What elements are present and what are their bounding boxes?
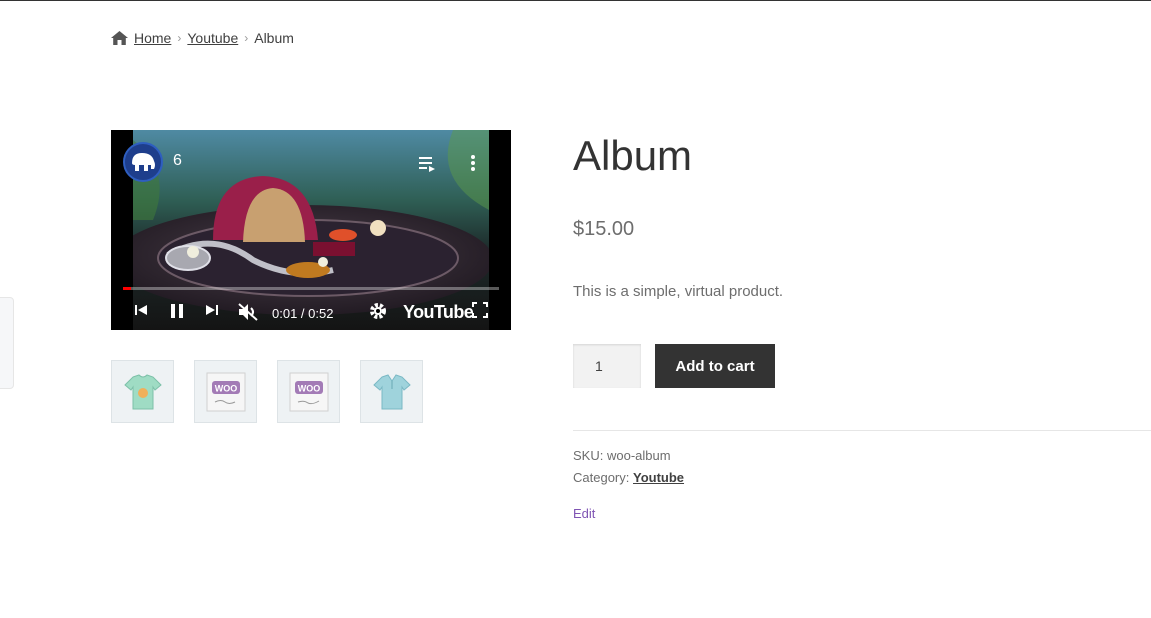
settings-gear-icon[interactable]: [369, 302, 387, 320]
category-link[interactable]: Youtube: [633, 470, 684, 485]
youtube-video-player[interactable]: 6 0:01 / 0:52 YouTube: [111, 130, 511, 330]
breadcrumb-home-link[interactable]: Home: [134, 30, 171, 46]
tshirt-icon: [123, 373, 162, 409]
product-sku: SKU: woo-album: [573, 448, 671, 463]
next-icon[interactable]: [204, 302, 220, 318]
quantity-input[interactable]: [573, 344, 641, 388]
add-to-cart-button[interactable]: Add to cart: [655, 344, 775, 388]
channel-logo[interactable]: [123, 142, 163, 182]
sku-value: woo-album: [606, 448, 671, 463]
fullscreen-icon[interactable]: [472, 302, 488, 318]
top-border: [0, 0, 1151, 1]
edit-link[interactable]: Edit: [573, 506, 595, 521]
product-price: $15.00: [573, 218, 635, 240]
video-time: 0:01 / 0:52: [272, 306, 334, 321]
video-progress-fill: [123, 287, 131, 290]
breadcrumb-separator: ›: [244, 31, 249, 45]
home-icon: [111, 31, 128, 45]
playlist-icon[interactable]: [417, 154, 437, 174]
more-options-icon[interactable]: [469, 154, 477, 172]
gallery-thumbnail[interactable]: [111, 360, 174, 423]
category-label: Category:: [573, 470, 630, 485]
breadcrumb-current: Album: [254, 30, 294, 46]
polo-icon: [372, 373, 411, 409]
previous-icon[interactable]: [133, 302, 149, 318]
product-gallery-thumbnails: WOO WOO: [111, 360, 443, 423]
elephant-logo-icon: [132, 153, 155, 171]
gallery-thumbnail[interactable]: WOO: [194, 360, 257, 423]
gallery-thumbnail[interactable]: WOO: [277, 360, 340, 423]
pause-icon[interactable]: [169, 302, 185, 320]
breadcrumb: Home › Youtube › Album: [111, 29, 294, 47]
video-controls: 0:01 / 0:52 YouTube: [111, 298, 511, 326]
woo-album-icon: WOO: [289, 372, 328, 411]
side-panel-tab[interactable]: [0, 297, 14, 389]
youtube-logo[interactable]: YouTube: [403, 302, 474, 323]
divider: [573, 430, 1151, 431]
product-category: Category: Youtube: [573, 470, 684, 485]
woo-album-icon: WOO: [206, 372, 245, 411]
svg-text:WOO: WOO: [297, 383, 320, 393]
muted-volume-icon[interactable]: [237, 302, 259, 322]
breadcrumb-category-link[interactable]: Youtube: [187, 30, 238, 46]
video-progress-bar[interactable]: [123, 287, 499, 290]
sku-label: SKU:: [573, 448, 604, 463]
video-title[interactable]: 6: [173, 152, 182, 170]
product-title: Album: [573, 132, 693, 179]
product-description: This is a simple, virtual product.: [573, 283, 784, 300]
gallery-thumbnail[interactable]: [360, 360, 423, 423]
svg-text:WOO: WOO: [214, 383, 237, 393]
breadcrumb-separator: ›: [177, 31, 182, 45]
